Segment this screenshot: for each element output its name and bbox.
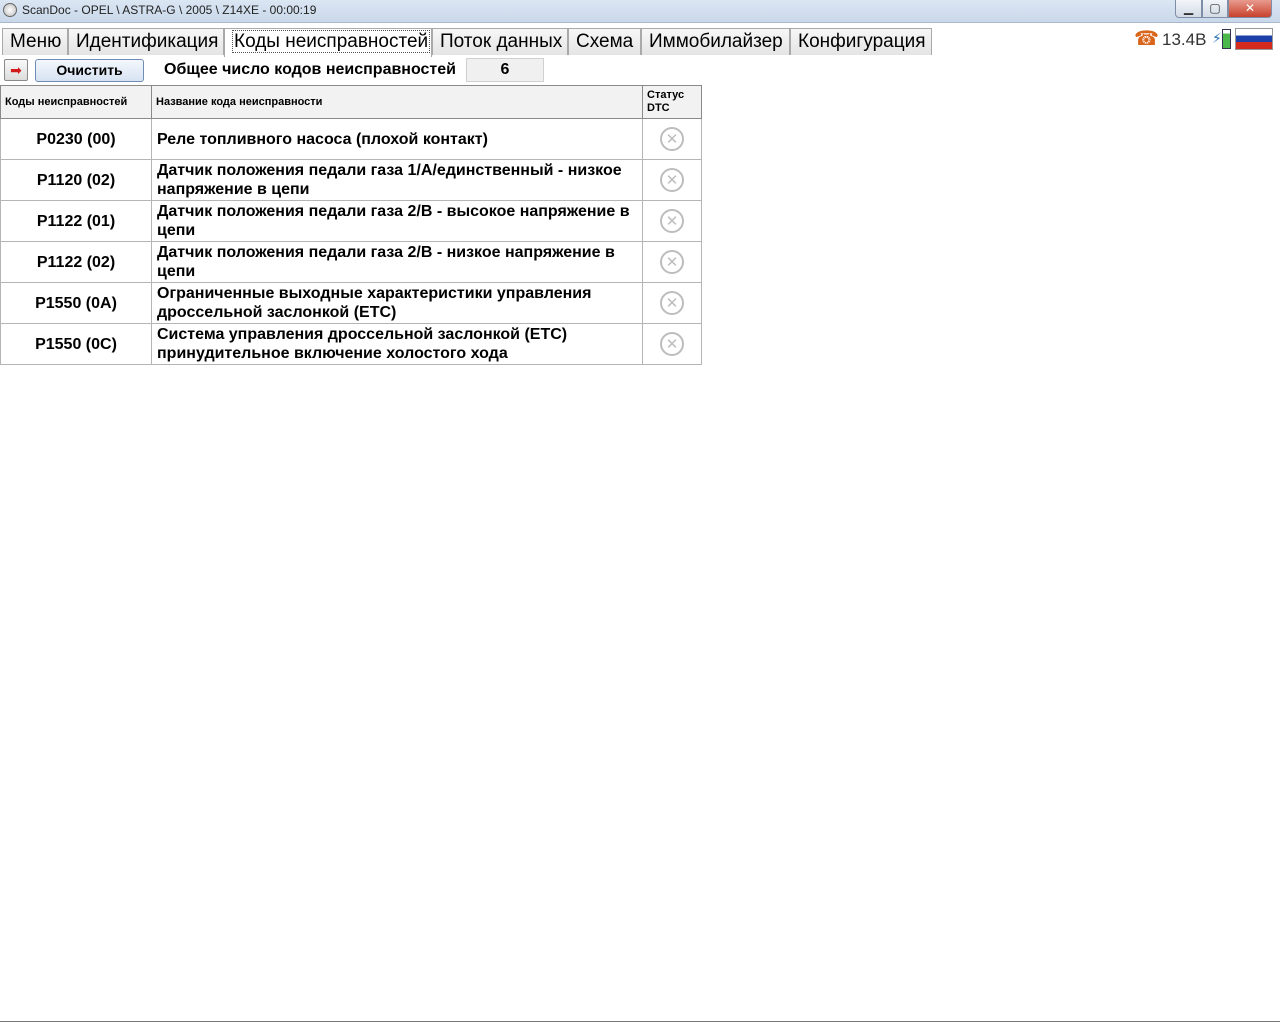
tab-data-stream[interactable]: Поток данных (432, 28, 568, 55)
dtc-name: Система управления дроссельной заслонкой… (151, 323, 643, 365)
table-row[interactable]: P1120 (02) Датчик положения педали газа … (0, 159, 702, 201)
battery-icon (1222, 29, 1231, 49)
toolbar: ➡ Очистить Общее число кодов неисправнос… (0, 57, 1280, 84)
tab-label: Конфигурация (798, 31, 926, 52)
dtc-table: Коды неисправностей Название кода неиспр… (0, 85, 702, 365)
tab-label: Коды неисправностей (232, 30, 431, 53)
dtc-name: Ограниченные выходные характеристики упр… (151, 282, 643, 324)
column-header-name[interactable]: Название кода неисправности (151, 85, 643, 119)
column-header-code[interactable]: Коды неисправностей (0, 85, 152, 119)
dtc-status: ✕ (642, 241, 702, 283)
plug-icon: ⚡ (1212, 30, 1222, 46)
column-header-status[interactable]: Статус DTC (642, 85, 702, 119)
dtc-code: P1122 (02) (0, 241, 152, 283)
dtc-name: Датчик положения педали газа 1/А/единств… (151, 159, 643, 201)
tab-label: Поток данных (440, 31, 563, 52)
status-area: ☎ 13.4B ⚡ (1134, 27, 1276, 51)
dtc-status: ✕ (642, 118, 702, 160)
inactive-x-icon: ✕ (660, 209, 684, 233)
dtc-name: Датчик положения педали газа 2/В - высок… (151, 200, 643, 242)
dtc-name: Реле топливного насоса (плохой контакт) (151, 118, 643, 160)
dtc-status: ✕ (642, 200, 702, 242)
battery-voltage: 13.4B (1162, 30, 1207, 49)
tab-schema[interactable]: Схема (568, 28, 641, 55)
dtc-code: P1120 (02) (0, 159, 152, 201)
clear-button[interactable]: Очистить (35, 59, 144, 82)
tab-immobilizer[interactable]: Иммобилайзер (641, 28, 790, 55)
tab-configuration[interactable]: Конфигурация (790, 28, 932, 55)
total-codes-value: 6 (466, 58, 544, 82)
window-bottom-border (0, 1021, 1280, 1022)
table-row[interactable]: P1122 (01) Датчик положения педали газа … (0, 200, 702, 242)
tab-label: Иммобилайзер (649, 31, 783, 52)
app-icon (3, 3, 17, 17)
inactive-x-icon: ✕ (660, 291, 684, 315)
dtc-code: P1550 (0C) (0, 323, 152, 365)
table-row[interactable]: P0230 (00) Реле топливного насоса (плохо… (0, 118, 702, 160)
dtc-status: ✕ (642, 159, 702, 201)
inactive-x-icon: ✕ (660, 168, 684, 192)
phone-icon: ☎ (1134, 28, 1159, 50)
arrow-right-icon: ➡ (10, 62, 22, 78)
table-row[interactable]: P1122 (02) Датчик положения педали газа … (0, 241, 702, 283)
tab-label: Меню (10, 31, 62, 52)
minimize-button[interactable]: ▁ (1175, 0, 1202, 18)
maximize-button[interactable]: ▢ (1202, 0, 1228, 18)
title-bar: ScanDoc - OPEL \ ASTRA-G \ 2005 \ Z14XE … (0, 0, 1280, 23)
table-header-row: Коды неисправностей Название кода неиспр… (0, 85, 702, 119)
tab-label: Идентификация (76, 31, 219, 52)
dtc-code: P1122 (01) (0, 200, 152, 242)
dtc-name: Датчик положения педали газа 2/В - низко… (151, 241, 643, 283)
close-button[interactable]: ✕ (1228, 0, 1272, 18)
tab-menu[interactable]: Меню (2, 28, 68, 55)
dtc-status: ✕ (642, 282, 702, 324)
inactive-x-icon: ✕ (660, 332, 684, 356)
inactive-x-icon: ✕ (660, 127, 684, 151)
exit-button[interactable]: ➡ (4, 59, 28, 81)
dtc-code: P1550 (0A) (0, 282, 152, 324)
tab-label: Схема (576, 31, 634, 52)
tab-identification[interactable]: Идентификация (68, 28, 224, 55)
table-row[interactable]: P1550 (0A) Ограниченные выходные характе… (0, 282, 702, 324)
inactive-x-icon: ✕ (660, 250, 684, 274)
russia-flag-icon[interactable] (1235, 28, 1273, 50)
dtc-code: P0230 (00) (0, 118, 152, 160)
table-row[interactable]: P1550 (0C) Система управления дроссельно… (0, 323, 702, 365)
dtc-status: ✕ (642, 323, 702, 365)
window-title: ScanDoc - OPEL \ ASTRA-G \ 2005 \ Z14XE … (22, 3, 317, 17)
total-codes-label: Общее число кодов неисправностей (164, 61, 456, 78)
tab-fault-codes[interactable]: Коды неисправностей (224, 28, 432, 57)
